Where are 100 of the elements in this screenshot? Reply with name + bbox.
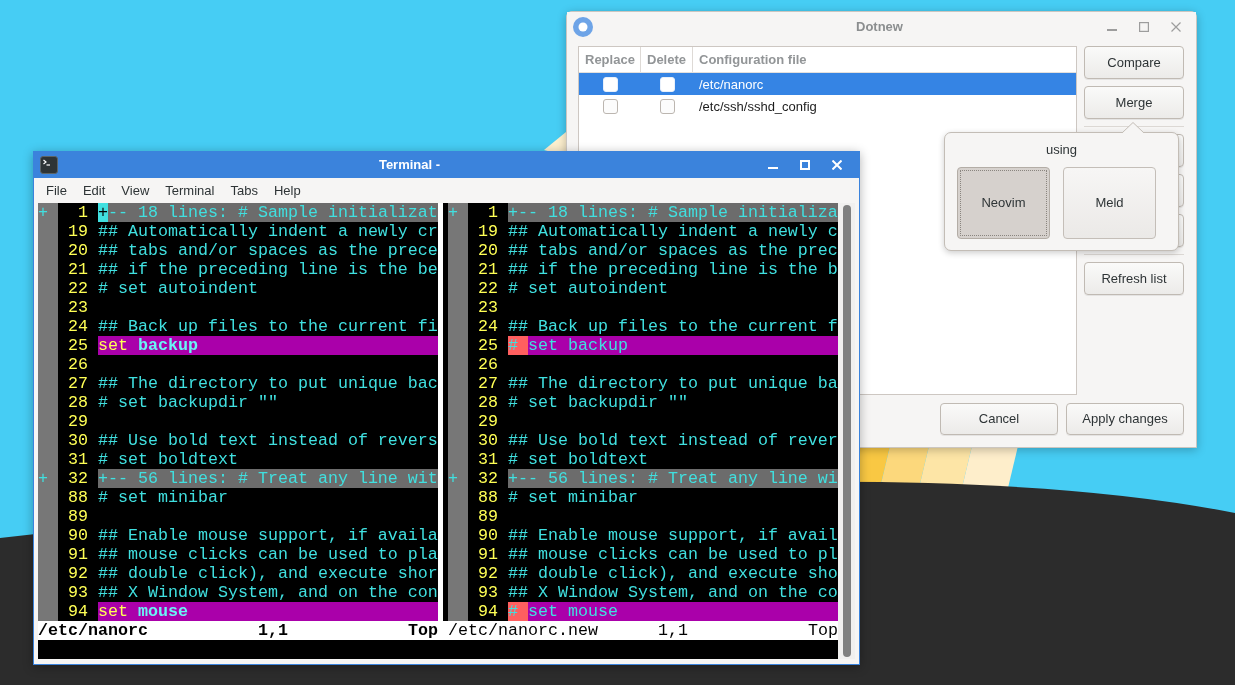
fold-marker: + (38, 203, 48, 222)
line-number: 94 (68, 602, 88, 621)
code-line: ## X Window System, and on the con (98, 583, 438, 602)
minimize-icon (768, 167, 778, 169)
code-line: # set minibar (508, 488, 638, 507)
line-number: 20 (478, 241, 498, 260)
close-icon (1171, 21, 1181, 32)
status-file-path: /etc/nanorc (38, 621, 148, 640)
code-line: ## Back up files to the current fi (98, 317, 438, 336)
code-line: ## Enable mouse support, if availa (98, 526, 438, 545)
code-line: ## tabs and/or spaces as the prece (98, 241, 438, 260)
line-number: 30 (68, 431, 88, 450)
code-line: ## The directory to put unique ba (508, 374, 838, 393)
line-number: 26 (478, 355, 498, 374)
editor-option-button[interactable]: Meld (1063, 167, 1156, 239)
code-line: ## Enable mouse support, if avail (508, 526, 838, 545)
footer-button[interactable]: Apply changes (1066, 403, 1184, 435)
line-number: 27 (68, 374, 88, 393)
line-number: 32 (68, 469, 88, 488)
action-button[interactable]: Merge (1084, 86, 1184, 119)
ring-icon (573, 16, 593, 37)
code-line: ## Automatically indent a newly c (508, 222, 838, 241)
line-number: 1 (488, 203, 498, 222)
line-number: 32 (478, 469, 498, 488)
minimize-icon (1107, 28, 1117, 31)
code-line: ## Use bold text instead of rever (508, 431, 838, 450)
line-number: 23 (478, 298, 498, 317)
code-line: ## tabs and/or spaces as the prec (508, 241, 838, 260)
line-number: 20 (68, 241, 88, 260)
line-number: 28 (478, 393, 498, 412)
line-number: 30 (478, 431, 498, 450)
fold-marker: + (448, 469, 458, 488)
action-button[interactable]: Refresh list (1084, 262, 1184, 295)
code-line: # set boldtext (98, 450, 238, 469)
code-line: # set autoindent (98, 279, 258, 298)
line-number: 31 (478, 450, 498, 469)
line-number: 92 (68, 564, 88, 583)
action-button[interactable]: Compare (1084, 46, 1184, 79)
line-number: 25 (478, 336, 498, 355)
terminal-icon (40, 156, 58, 174)
menu-item[interactable]: File (38, 178, 75, 203)
scrollbar[interactable] (838, 203, 855, 659)
line-number: 27 (478, 374, 498, 393)
status-file-path: /etc/nanorc.new (448, 621, 598, 640)
line-number: 31 (68, 450, 88, 469)
line-number: 29 (478, 412, 498, 431)
close-icon (832, 160, 842, 170)
line-number: 88 (478, 488, 498, 507)
maximize-icon (1139, 21, 1149, 32)
code-line: ## The directory to put unique bac (98, 374, 438, 393)
line-number: 89 (68, 507, 88, 526)
menu-item[interactable]: Help (265, 178, 309, 203)
menu-item[interactable]: View (113, 178, 158, 203)
line-number: 91 (478, 545, 498, 564)
menu-item[interactable]: Terminal (157, 178, 223, 203)
line-number: 22 (68, 279, 88, 298)
editor-option-button[interactable]: Neovim (957, 167, 1050, 239)
code-line: # set autoindent (508, 279, 668, 298)
line-number: 28 (68, 393, 88, 412)
cursor-position: 1,1 (658, 621, 688, 640)
maximize-icon (800, 160, 810, 170)
line-number: 92 (478, 564, 498, 583)
line-number: 91 (68, 545, 88, 564)
footer-button[interactable]: Cancel (940, 403, 1058, 435)
checkbox[interactable] (602, 98, 618, 114)
cursor-position: 1,1 (258, 621, 288, 640)
line-number: 19 (68, 222, 88, 241)
code-line: ## Automatically indent a newly cr (98, 222, 438, 241)
code-line: ## double click), and execute sho (508, 564, 838, 583)
window-title: Dotnew (856, 17, 903, 36)
line-number: 26 (68, 355, 88, 374)
line-number: 89 (478, 507, 498, 526)
line-number: 93 (478, 583, 498, 602)
code-line: ## Back up files to the current f (508, 317, 838, 336)
code-line: # set backupdir "" (508, 393, 688, 412)
popover-label: using (1045, 141, 1078, 159)
line-number: 19 (478, 222, 498, 241)
code-line: ## double click), and execute shor (98, 564, 438, 583)
line-number: 21 (68, 260, 88, 279)
menu-item[interactable]: Edit (74, 178, 114, 203)
checkbox[interactable] (659, 98, 675, 114)
code-line: # set minibar (98, 488, 228, 507)
line-number: 22 (478, 279, 498, 298)
scrollbar-thumb[interactable] (842, 205, 851, 657)
file-path: /etc/ssh/sshd_config (699, 99, 817, 114)
window-title: Terminal - (378, 156, 441, 175)
line-number: 88 (68, 488, 88, 507)
code-line: # set backupdir "" (98, 393, 278, 412)
line-number: 24 (68, 317, 88, 336)
line-number: 1 (78, 203, 88, 222)
line-number: 24 (478, 317, 498, 336)
line-number: 93 (68, 583, 88, 602)
code-line: ## if the preceding line is the be (98, 260, 438, 279)
fold-marker: + (448, 203, 458, 222)
line-number: 21 (478, 260, 498, 279)
line-number: 25 (68, 336, 88, 355)
code-line: ## mouse clicks can be used to pla (98, 545, 438, 564)
menu-item[interactable]: Tabs (222, 178, 266, 203)
scroll-position: Top (408, 621, 438, 640)
code-line: # set boldtext (508, 450, 648, 469)
